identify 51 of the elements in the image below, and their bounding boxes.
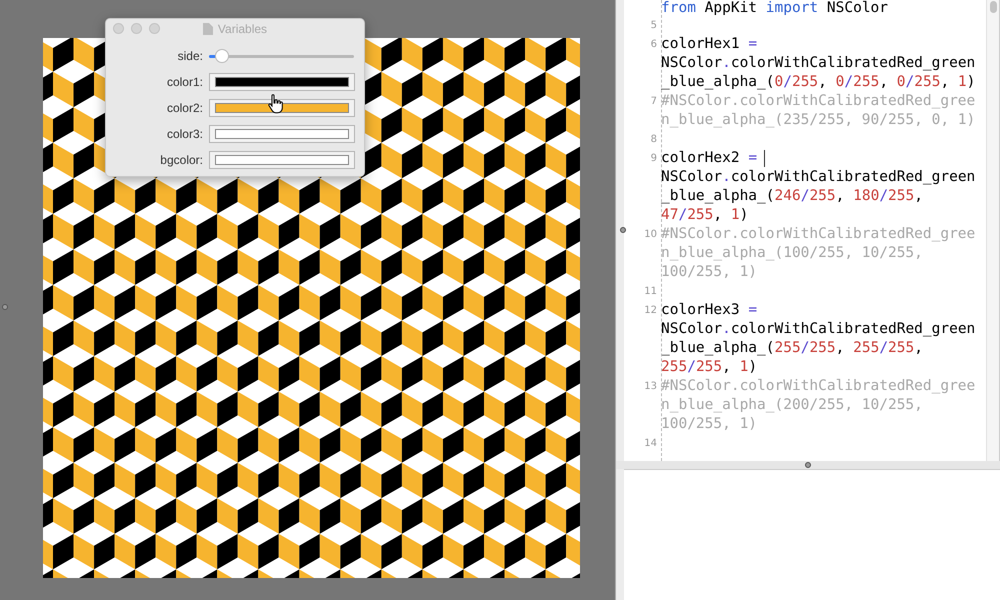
code-line: NSColor.colorWithCalibratedRed_green [661,320,976,339]
hand-cursor-icon [268,94,284,114]
code-comment: #NSColor.colorWithCalibratedRed_gree [661,377,976,396]
variable-label: bgcolor: [159,152,204,166]
zoom-button[interactable] [149,23,160,34]
color-well[interactable] [209,72,355,90]
code-line: NSColor.colorWithCalibratedRed_green [661,168,976,187]
variable-label: color3: [166,126,204,140]
scrollbar-thumb[interactable] [990,1,996,13]
line-number: 11 [644,286,657,297]
code-comment: 100/255, 1) [661,415,758,434]
code-line: from AppKit import NSColor [661,0,888,16]
minimize-button[interactable] [131,23,142,34]
variable-label: color2: [166,100,204,114]
color-well[interactable] [209,98,355,116]
code-comment: n_blue_alpha_(200/255, 10/255, [661,396,923,415]
code-line: colorHex3 = [661,301,758,320]
code-line: _blue_alpha_(255/255, 255/255, [661,339,923,358]
code-line: 255/255, 1) [661,358,758,377]
code-comment: 100/255, 1) [661,263,758,282]
color-well[interactable] [209,150,355,168]
color-well[interactable] [209,124,355,142]
code-comment: n_blue_alpha_(100/255, 10/255, [661,244,923,263]
code-line: _blue_alpha_(246/255, 180/255, [661,187,923,206]
line-number: 10 [644,229,657,240]
split-handle-icon[interactable] [2,304,8,310]
line-number: 6 [650,39,657,50]
split-handle-icon[interactable] [805,462,811,468]
line-number: 9 [650,153,657,164]
code-comment: #NSColor.colorWithCalibratedRed_gree [661,225,976,244]
document-icon [202,23,213,35]
line-number: 8 [650,134,657,145]
close-button[interactable] [113,23,124,34]
slider[interactable] [209,48,354,62]
code-line: 47/255, 1) [661,206,748,225]
code-line: _blue_alpha_(0/255, 0/255, 0/255, 1) [661,73,976,92]
variable-label: color1: [166,74,204,88]
slider-thumb[interactable] [215,48,230,62]
code-line: NSColor.colorWithCalibratedRed_green [661,54,976,73]
line-number: 13 [644,381,657,392]
line-number: 7 [650,96,657,107]
window-title: Variables [218,22,268,36]
code-comment: n_blue_alpha_(235/255, 90/255, 0, 1) [661,111,976,130]
line-number: 5 [650,20,657,31]
code-line: colorHex1 = [661,35,758,54]
variable-label: side: [176,48,204,62]
line-number: 12 [644,305,657,316]
line-number: 14 [644,438,657,449]
code-comment: #NSColor.colorWithCalibratedRed_gree [661,92,976,111]
code-line: colorHex2 = [661,149,758,168]
split-handle-icon[interactable] [620,227,626,233]
